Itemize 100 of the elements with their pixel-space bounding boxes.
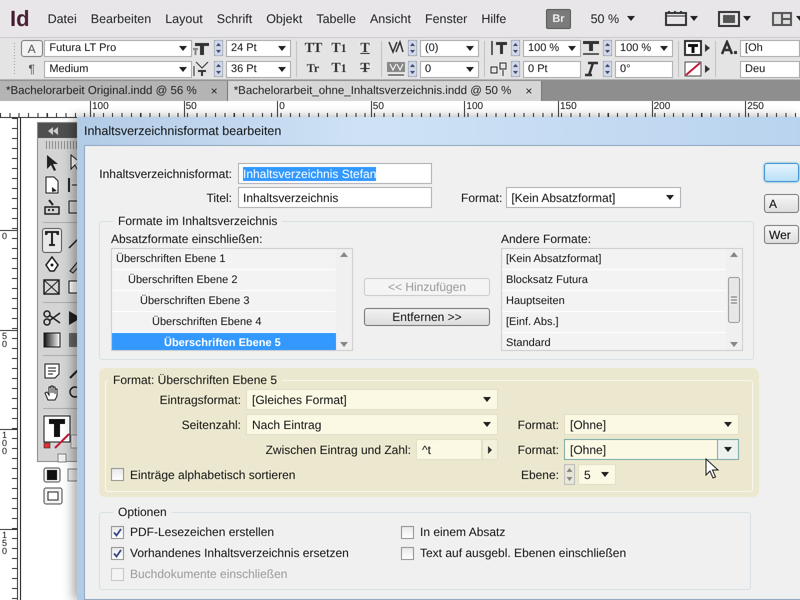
list-item[interactable]: [Einf. Abs.] <box>502 312 726 333</box>
close-button[interactable]: × <box>210 84 218 98</box>
spinner-icon[interactable] <box>408 61 418 77</box>
collapse-icon[interactable] <box>48 126 58 134</box>
fill-swatch-icon[interactable] <box>43 467 61 483</box>
close-button[interactable]: × <box>525 84 532 98</box>
font-family-field[interactable]: Futura LT Pro <box>44 40 192 56</box>
type-style-button[interactable]: Tr <box>302 60 324 78</box>
format-dropdown[interactable]: [Ohne] <box>564 414 739 435</box>
type-style-button[interactable]: TT <box>302 40 324 58</box>
language-field[interactable]: Deu <box>740 60 800 78</box>
text-fill-icon[interactable] <box>684 40 702 56</box>
menu-item[interactable]: Layout <box>165 12 203 26</box>
small-box-icon[interactable] <box>57 453 67 463</box>
insert-menu-button[interactable] <box>482 439 498 460</box>
included-styles-list[interactable]: Überschriften Ebene 1 Überschriften Ebene 2 Überschriften Ebene 3 Überschriften Ebene 4 Überschriften Ebene 5 <box>111 248 353 351</box>
vertical-scale-field[interactable]: 100 % <box>523 40 582 56</box>
type-style-button[interactable]: T <box>354 40 376 58</box>
menu-item[interactable]: Tabelle <box>316 12 356 26</box>
pen-icon[interactable] <box>43 256 61 274</box>
separator-field[interactable]: ^t <box>416 439 482 460</box>
dialog-button[interactable] <box>764 163 799 182</box>
no-stroke-icon[interactable] <box>684 61 702 77</box>
menu-item[interactable]: Objekt <box>266 12 302 26</box>
move-button[interactable]: Entfernen >> <box>364 308 490 326</box>
scrollbar-thumb[interactable] <box>728 276 740 322</box>
tracking-icon[interactable] <box>387 61 406 77</box>
vertical-scale-icon[interactable] <box>490 40 508 56</box>
type-tool-icon[interactable] <box>43 229 61 247</box>
font-style-field[interactable]: Medium <box>44 60 192 78</box>
view-icon[interactable] <box>718 10 740 26</box>
panel-grip[interactable] <box>46 141 78 149</box>
format-dropdown[interactable]: [Kein Absatzformat] <box>506 187 682 208</box>
leading-icon[interactable] <box>193 61 212 77</box>
scroll-up-icon[interactable] <box>340 252 348 257</box>
list-item[interactable]: Hauptseiten <box>502 291 726 312</box>
checkbox[interactable] <box>401 546 414 560</box>
spinner-icon[interactable] <box>511 40 520 56</box>
spinner-icon[interactable] <box>564 464 575 485</box>
level-dropdown[interactable]: 5 <box>578 464 616 485</box>
title-field[interactable]: Inhaltsverzeichnis <box>238 187 432 208</box>
skew-icon[interactable] <box>582 61 600 77</box>
other-styles-list[interactable]: [Kein Absatzformat] Blocksatz Futura Hauptseiten [Einf. Abs.] Standard <box>501 248 743 351</box>
tracking-field[interactable]: 0 <box>420 60 480 78</box>
content-collector-icon[interactable] <box>43 198 61 216</box>
spinner-icon[interactable] <box>511 61 520 77</box>
scroll-down-icon[interactable] <box>340 342 348 347</box>
horizontal-scale-icon[interactable] <box>582 40 600 56</box>
arrow-icon[interactable] <box>705 44 710 52</box>
screen-mode-icon[interactable] <box>665 10 688 26</box>
font-size-icon[interactable] <box>193 40 212 56</box>
menu-item[interactable]: Datei <box>48 12 77 26</box>
menu-item[interactable]: Bearbeiten <box>90 12 152 26</box>
gradient-icon[interactable] <box>43 331 61 349</box>
type-style-button[interactable]: T <box>354 60 376 78</box>
layout-icon[interactable] <box>771 10 794 26</box>
leading-field[interactable]: 36 Pt <box>226 60 292 78</box>
font-size-field[interactable]: 24 Pt <box>226 40 292 56</box>
spinner-icon[interactable] <box>603 40 612 56</box>
kerning-icon[interactable] <box>387 40 406 56</box>
stroke-swatch-icon[interactable] <box>67 468 79 482</box>
bridge-button[interactable]: Br <box>546 8 571 28</box>
menu-item[interactable]: Schrift <box>216 12 252 26</box>
list-item[interactable]: Überschriften Ebene 1 <box>112 249 336 270</box>
frame-icon[interactable] <box>43 278 61 296</box>
spinner-icon[interactable] <box>603 61 612 77</box>
dialog-button[interactable]: Wer <box>764 225 799 244</box>
mode-button[interactable]: A <box>20 40 43 57</box>
menu-item[interactable]: Fenster <box>424 12 468 26</box>
scissors-icon[interactable] <box>43 309 61 327</box>
format-dropdown[interactable]: [Ohne] <box>564 439 739 460</box>
checkbox[interactable] <box>111 526 124 538</box>
checkbox[interactable] <box>111 546 124 560</box>
list-item[interactable]: Blocksatz Futura <box>502 270 726 291</box>
page-icon[interactable] <box>43 176 61 194</box>
page-number-dropdown[interactable]: Nach Eintrag <box>246 414 498 435</box>
note-icon[interactable] <box>43 362 61 380</box>
menu-item[interactable]: Hilfe <box>481 12 506 26</box>
spinner-icon[interactable] <box>214 61 224 77</box>
spinner-icon[interactable] <box>408 40 418 56</box>
preview-mode-icon[interactable] <box>43 487 63 505</box>
zoom-level[interactable]: 50 % <box>590 12 620 26</box>
menu-item[interactable]: Ansicht <box>370 12 411 26</box>
list-item[interactable]: Überschriften Ebene 3 <box>112 291 336 312</box>
paragraph-style-field[interactable]: [Oh <box>740 40 800 56</box>
entry-style-dropdown[interactable]: [Gleiches Format] <box>246 389 498 410</box>
baseline-shift-field[interactable]: 0 Pt <box>523 60 582 78</box>
checkbox[interactable] <box>111 468 124 481</box>
character-style-icon[interactable] <box>721 40 738 56</box>
document-tab[interactable]: *Bachelorarbeit Original.indd @ 56 % × <box>0 81 228 101</box>
spinner-icon[interactable] <box>214 40 224 56</box>
baseline-shift-icon[interactable] <box>490 61 508 77</box>
document-tab[interactable]: *Bachelorarbeit_ohne_Inhaltsverzeichnis.indd @ 50 % × <box>228 81 542 101</box>
horizontal-scale-field[interactable]: 100 % <box>615 40 674 56</box>
scroll-up-icon[interactable] <box>730 252 738 257</box>
arrow-icon[interactable] <box>705 65 710 73</box>
scroll-down-icon[interactable] <box>730 342 738 347</box>
mode-button[interactable]: ¶ <box>20 60 43 77</box>
skew-field[interactable]: 0° <box>615 60 674 78</box>
checkbox[interactable] <box>401 526 414 538</box>
